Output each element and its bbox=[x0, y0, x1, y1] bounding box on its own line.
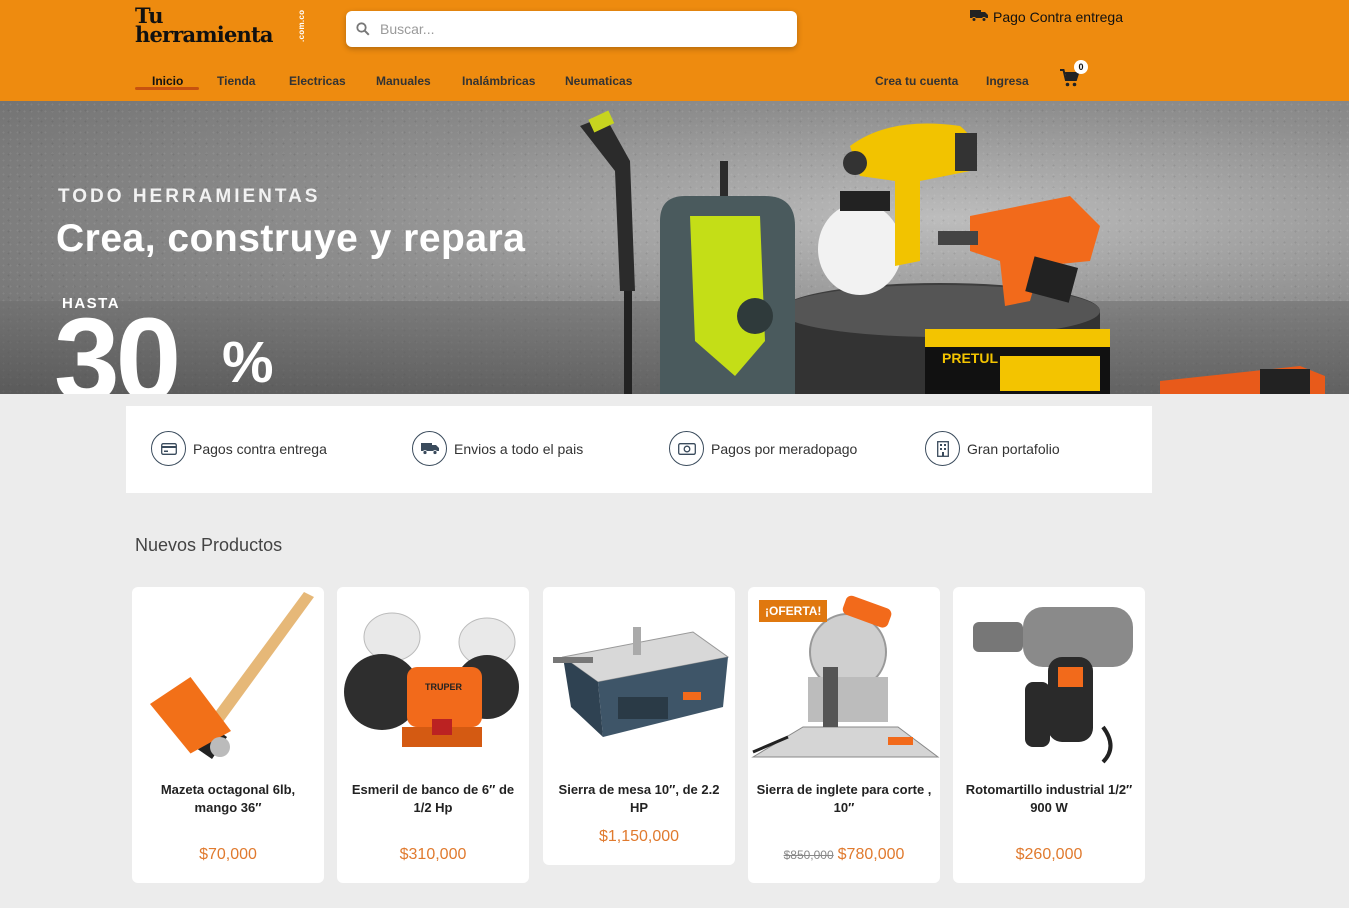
product-price: $850,000 $780,000 bbox=[748, 846, 940, 864]
login-link[interactable]: Ingresa bbox=[986, 72, 1029, 90]
feature-label: Envios a todo el pais bbox=[454, 440, 584, 457]
create-account-link[interactable]: Crea tu cuenta bbox=[875, 72, 958, 90]
product-card[interactable]: ¡OFERTA! Sierra de inglete para corte , … bbox=[748, 587, 940, 883]
product-image-table-saw[interactable] bbox=[543, 587, 735, 772]
nav-item-electricas[interactable]: Electricas bbox=[289, 72, 346, 90]
nav-item-neumaticas[interactable]: Neumaticas bbox=[565, 72, 632, 90]
hero-banner[interactable]: TODO HERRAMIENTAS Crea, construye y repa… bbox=[0, 101, 1349, 394]
feature-portfolio: Gran portafolio bbox=[925, 431, 1060, 466]
site-header: Tu herramienta .com.co Pago Contra entre… bbox=[0, 0, 1349, 101]
logo-domain: .com.co bbox=[297, 9, 306, 42]
product-image-sledgehammer[interactable] bbox=[132, 587, 324, 772]
main-nav: Inicio Tienda Electricas Manuales Inalám… bbox=[0, 72, 1349, 92]
product-card[interactable]: Rotomartillo industrial 1/2″ 900 W $260,… bbox=[953, 587, 1145, 883]
hero-percent-sign: % bbox=[222, 330, 274, 394]
feature-label: Gran portafolio bbox=[967, 440, 1060, 457]
credit-card-icon bbox=[151, 431, 186, 466]
truck-icon bbox=[412, 431, 447, 466]
product-name[interactable]: Sierra de mesa 10″, de 2.2 HP bbox=[549, 781, 729, 817]
feature-cod: Pagos contra entrega bbox=[151, 431, 327, 466]
product-name[interactable]: Sierra de inglete para corte , 10″ bbox=[754, 781, 934, 817]
product-price: $260,000 bbox=[953, 846, 1145, 864]
product-card[interactable]: TRUPER Esmeril de banco de 6″ de 1/2 Hp … bbox=[337, 587, 529, 883]
search-icon[interactable] bbox=[346, 11, 380, 47]
cart-icon bbox=[1060, 69, 1080, 92]
product-current-price: $310,000 bbox=[399, 846, 467, 863]
feature-label: Pagos por meradopago bbox=[711, 440, 858, 457]
hero-headline: Crea, construye y repara bbox=[56, 217, 526, 260]
product-current-price: $70,000 bbox=[199, 846, 257, 863]
search-box bbox=[346, 11, 797, 47]
feature-label: Pagos contra entrega bbox=[193, 440, 327, 457]
product-name[interactable]: Esmeril de banco de 6″ de 1/2 Hp bbox=[343, 781, 523, 817]
cart-button[interactable]: 0 bbox=[1060, 60, 1088, 92]
feature-mercadopago: Pagos por meradopago bbox=[669, 431, 857, 466]
section-title: Nuevos Productos bbox=[135, 535, 283, 555]
feature-shipping: Envios a todo el pais bbox=[412, 431, 583, 466]
hero-discount-number: 30 bbox=[54, 294, 181, 394]
product-name[interactable]: Mazeta octagonal 6lb, mango 36″ bbox=[138, 781, 318, 817]
svg-text:PRETUL: PRETUL bbox=[942, 350, 998, 366]
search-input[interactable] bbox=[380, 21, 780, 37]
product-price: $310,000 bbox=[337, 846, 529, 864]
product-current-price: $780,000 bbox=[837, 846, 905, 863]
features-bar: Pagos contra entrega Envios a todo el pa… bbox=[126, 406, 1152, 493]
truck-icon bbox=[970, 8, 988, 25]
product-name[interactable]: Rotomartillo industrial 1/2″ 900 W bbox=[959, 781, 1139, 817]
cash-icon bbox=[669, 431, 704, 466]
product-current-price: $260,000 bbox=[1015, 846, 1083, 863]
active-nav-underline bbox=[135, 87, 199, 90]
building-icon bbox=[925, 431, 960, 466]
product-image-hammer-drill[interactable] bbox=[953, 587, 1145, 772]
nav-item-manuales[interactable]: Manuales bbox=[376, 72, 431, 90]
site-logo[interactable]: Tu herramienta .com.co bbox=[135, 5, 310, 48]
product-current-price: $1,150,000 bbox=[598, 828, 680, 845]
nav-item-tienda[interactable]: Tienda bbox=[217, 72, 255, 90]
product-price: $70,000 bbox=[132, 846, 324, 864]
product-old-price: $850,000 bbox=[783, 848, 834, 862]
hero-kicker: TODO HERRAMIENTAS bbox=[58, 186, 321, 207]
cart-count-badge: 0 bbox=[1074, 60, 1088, 74]
nav-item-inalambricas[interactable]: Inalámbricas bbox=[462, 72, 535, 90]
logo-line-2: herramienta bbox=[135, 22, 274, 47]
product-image-bench-grinder[interactable]: TRUPER bbox=[337, 587, 529, 772]
cod-label: Pago Contra entrega bbox=[993, 8, 1123, 25]
hero-tools-illustration: PRETUL bbox=[580, 110, 1325, 394]
cash-on-delivery-notice: Pago Contra entrega bbox=[970, 8, 1123, 25]
product-card[interactable]: Mazeta octagonal 6lb, mango 36″ $70,000 bbox=[132, 587, 324, 883]
svg-text:TRUPER: TRUPER bbox=[425, 682, 463, 692]
product-card[interactable]: Sierra de mesa 10″, de 2.2 HP $1,150,000 bbox=[543, 587, 735, 865]
product-price: $1,150,000 bbox=[543, 828, 735, 846]
offer-badge: ¡OFERTA! bbox=[759, 600, 828, 622]
